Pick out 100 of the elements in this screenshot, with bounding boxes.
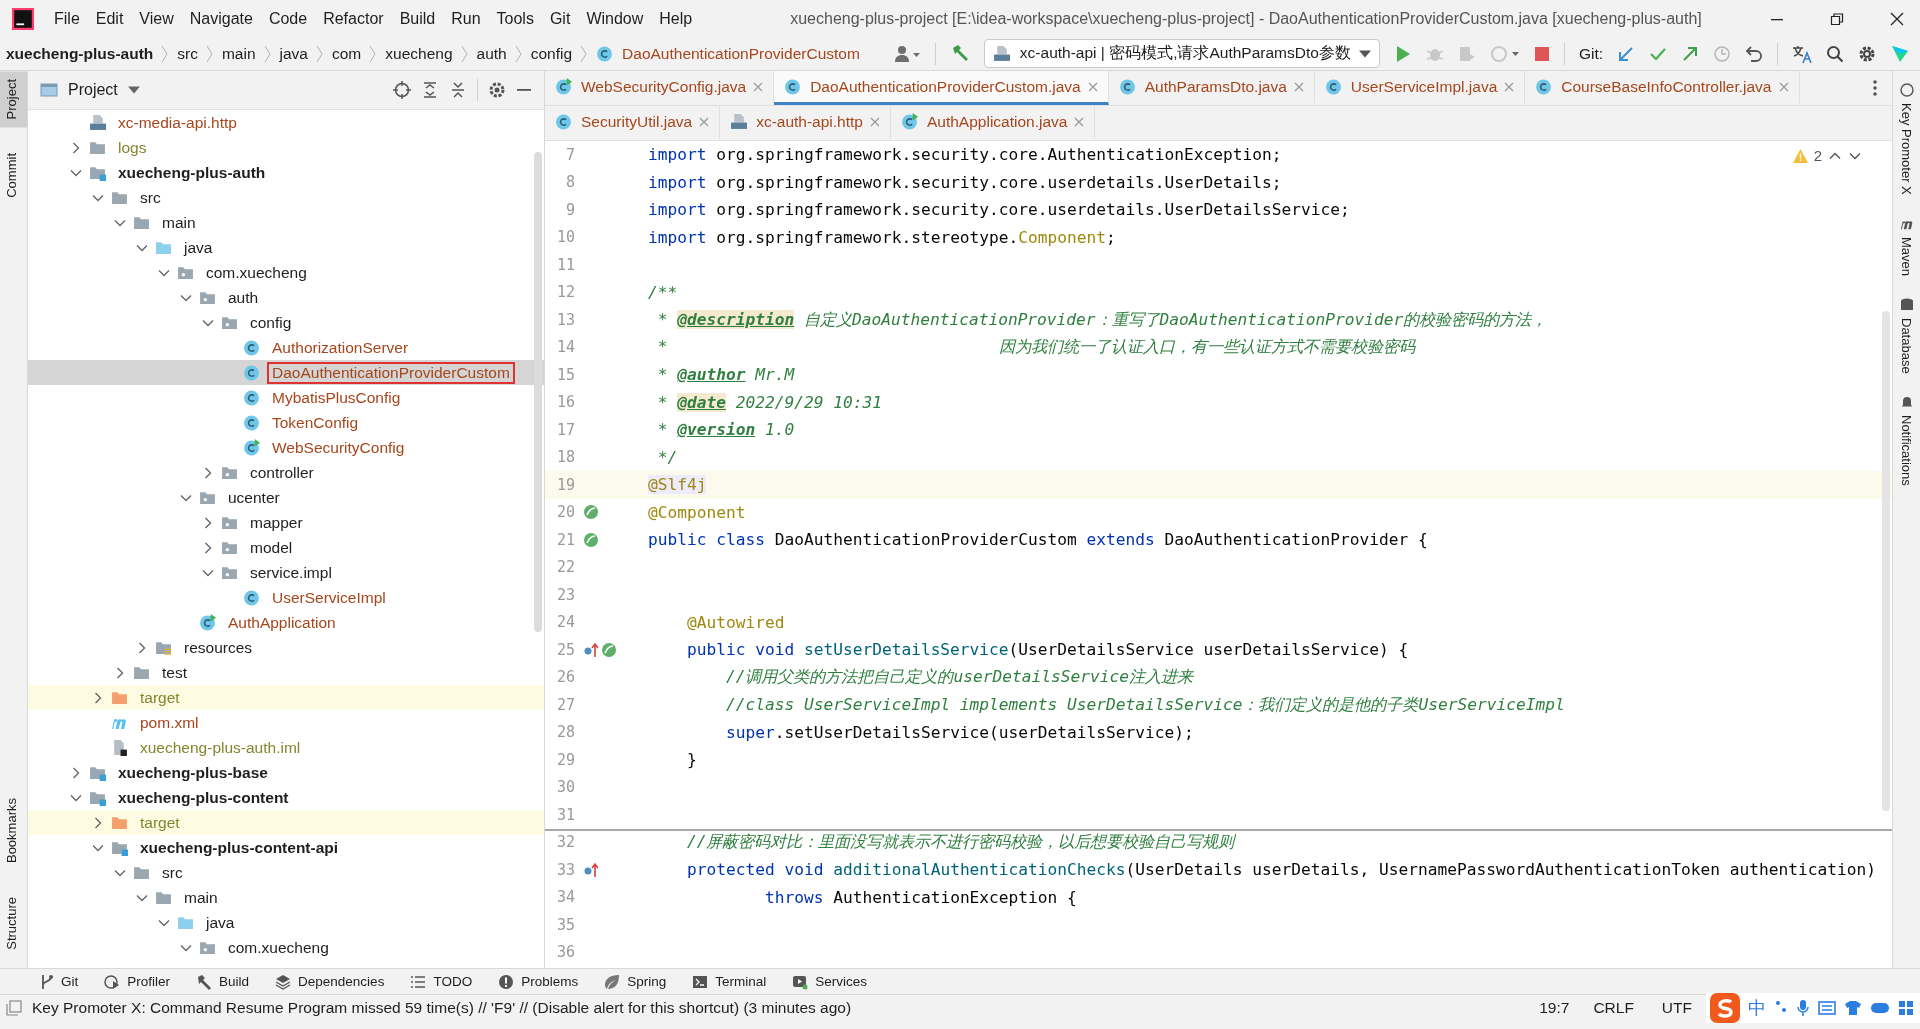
tree-item[interactable]: xc-media-api.http	[113, 111, 242, 134]
tool-window-tab[interactable]: Structure	[0, 889, 27, 958]
tree-item[interactable]: target	[135, 811, 185, 834]
tree-item[interactable]: src	[135, 186, 166, 209]
input-mode[interactable]: 中	[1748, 996, 1766, 1020]
editor-tab[interactable]: xc-auth-api.http	[720, 106, 891, 140]
menu-item[interactable]: File	[46, 9, 88, 28]
warning-count[interactable]: 2	[1813, 147, 1822, 164]
tool-window-button[interactable]: Spring	[604, 973, 667, 990]
tree-item[interactable]: DaoAuthenticationProviderCustom	[267, 361, 515, 384]
tree-item[interactable]: target	[135, 686, 185, 709]
breadcrumb-item[interactable]: auth	[476, 44, 507, 63]
tree-item[interactable]: com.xuecheng	[201, 261, 312, 284]
menu-item[interactable]: View	[131, 9, 182, 28]
tree-item[interactable]: mapper	[245, 511, 308, 534]
tool-window-button[interactable]: TODO	[410, 973, 473, 990]
tree-item[interactable]: ucenter	[223, 486, 285, 509]
tree-item[interactable]: xuecheng-plus-auth	[113, 161, 271, 184]
tree-item[interactable]: MybatisPlusConfig	[267, 386, 406, 409]
menu-item[interactable]: Help	[651, 9, 701, 28]
tree-item[interactable]: java	[201, 911, 240, 934]
bean-icon[interactable]	[583, 504, 599, 521]
expand-all-icon[interactable]	[421, 81, 439, 99]
tool-window-button[interactable]: Build	[196, 973, 250, 990]
settings-icon[interactable]	[1858, 44, 1876, 63]
app-logo-icon[interactable]	[12, 7, 34, 30]
tree-item[interactable]: xuecheng-plus-content-api	[135, 836, 344, 859]
close-icon[interactable]	[1890, 11, 1904, 26]
menu-item[interactable]: Git	[541, 9, 579, 28]
keyboard-icon[interactable]	[1818, 1000, 1836, 1016]
scrollbar[interactable]	[1882, 311, 1890, 811]
breadcrumb-item[interactable]: com	[332, 44, 362, 63]
grid-icon[interactable]	[1898, 1000, 1914, 1016]
breadcrumb-item[interactable]: config	[530, 44, 573, 63]
editor-tab[interactable]: CourseBaseInfoController.java	[1525, 71, 1800, 105]
tool-window-tab[interactable]: Database	[1893, 293, 1920, 378]
settings-icon[interactable]	[488, 81, 506, 99]
tree-item[interactable]: AuthorizationServer	[267, 336, 414, 359]
editor-tab[interactable]: DaoAuthenticationProviderCustom.java	[774, 71, 1109, 105]
breadcrumb-item[interactable]: src	[177, 44, 198, 63]
update-arrow-icon[interactable]	[1617, 44, 1635, 63]
caret-position[interactable]: 19:7	[1539, 999, 1570, 1017]
tree-item[interactable]: java	[179, 236, 218, 259]
scrollbar[interactable]	[534, 152, 542, 632]
stop-icon[interactable]	[1533, 45, 1550, 62]
line-separator[interactable]: CRLF	[1593, 999, 1634, 1017]
editor-tab[interactable]: UserServiceImpl.java	[1314, 71, 1526, 105]
user-icon[interactable]	[894, 44, 921, 63]
tree-item[interactable]: xuecheng-plus-auth.iml	[135, 736, 306, 759]
menu-item[interactable]: Code	[260, 9, 316, 28]
collapse-all-icon[interactable]	[449, 81, 467, 99]
translate-icon[interactable]	[1792, 43, 1812, 64]
run-configuration-dropdown[interactable]: xc-auth-api | 密码模式,请求AuthParamsDto参数	[983, 39, 1380, 68]
tool-window-button[interactable]: Services	[792, 973, 867, 990]
tree-item[interactable]: test	[157, 661, 192, 684]
push-arrow-icon[interactable]	[1681, 44, 1699, 63]
shirt-icon[interactable]	[1844, 1000, 1862, 1016]
tree-item[interactable]: xuecheng-plus-content	[113, 786, 294, 809]
tree-item[interactable]: logs	[113, 136, 152, 159]
tree-item[interactable]: service.impl	[245, 561, 337, 584]
search-icon[interactable]	[1826, 44, 1844, 63]
tree-item[interactable]: config	[245, 311, 297, 334]
breadcrumb-item[interactable]: xuecheng	[385, 44, 453, 63]
profile-icon[interactable]	[1489, 44, 1520, 63]
tree-item[interactable]: main	[157, 211, 201, 234]
tree-item[interactable]: AuthApplication	[223, 611, 341, 634]
tree-item[interactable]: UserServiceImpl	[267, 586, 391, 609]
menu-item[interactable]: Build	[391, 9, 444, 28]
tree-item[interactable]: com.xuecheng	[223, 936, 334, 959]
tool-window-tab[interactable]: Maven	[1893, 212, 1920, 280]
tool-window-button[interactable]: Dependencies	[275, 973, 385, 990]
menu-item[interactable]: Window	[578, 9, 652, 28]
tool-window-button[interactable]: Terminal	[692, 973, 767, 990]
tree-item[interactable]: WebSecurityConfig	[267, 436, 410, 459]
file-encoding[interactable]: UTF	[1661, 999, 1692, 1017]
menu-item[interactable]: Refactor	[315, 9, 392, 28]
breadcrumb-item[interactable]: DaoAuthenticationProviderCustom	[622, 44, 860, 63]
tree-item[interactable]: resources	[179, 636, 258, 659]
panel-toggle-icon[interactable]	[6, 1000, 22, 1016]
input-method-logo-icon[interactable]	[1710, 993, 1740, 1023]
editor-tab[interactable]: AuthApplication.java	[890, 106, 1096, 140]
tool-window-button[interactable]: Git	[40, 973, 79, 990]
tool-window-tab[interactable]: Bookmarks	[0, 790, 27, 872]
override-icon[interactable]	[583, 861, 599, 878]
menu-item[interactable]: Edit	[87, 9, 132, 28]
locate-icon[interactable]	[393, 81, 411, 99]
tree-item[interactable]: controller	[245, 461, 319, 484]
panel-title[interactable]: Project	[68, 81, 118, 99]
breadcrumb-item[interactable]: main	[221, 44, 256, 63]
restore-icon[interactable]	[1830, 11, 1844, 26]
tree-item[interactable]: model	[245, 536, 298, 559]
menu-item[interactable]: Tools	[488, 9, 542, 28]
tree-item[interactable]: src	[157, 861, 188, 884]
tool-window-tab[interactable]: Commit	[0, 145, 27, 207]
breadcrumb-item[interactable]: xuecheng-plus-auth	[6, 44, 154, 63]
tree-item[interactable]: main	[179, 886, 223, 909]
editor-tab[interactable]: SecurityUtil.java	[545, 106, 721, 140]
tool-window-tab[interactable]: Key Promoter X	[1893, 79, 1920, 199]
tool-window-button[interactable]: Profiler	[104, 973, 171, 990]
override-icon[interactable]	[583, 641, 599, 658]
